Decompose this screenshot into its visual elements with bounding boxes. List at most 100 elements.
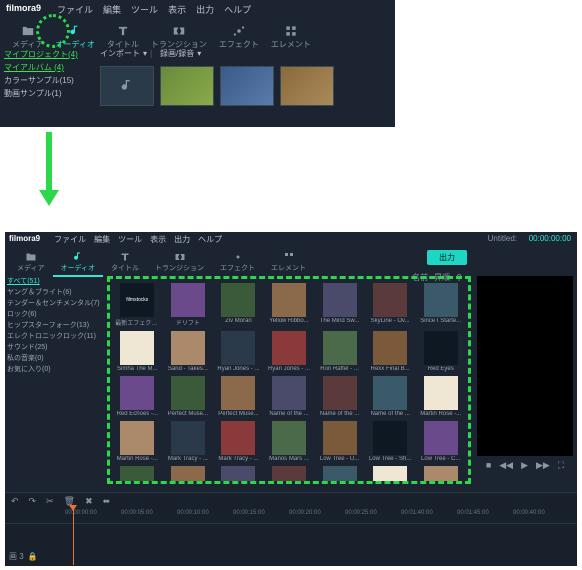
audio-item[interactable]: Red Echoes -... [114,376,161,417]
category-item[interactable]: ヒップスターフォーク(13) [7,320,103,331]
audio-item[interactable]: Living Pulse ... [215,466,262,484]
menu-edit[interactable]: 編集 [94,234,110,245]
import-dropdown[interactable]: インポート [100,48,147,59]
playhead[interactable] [73,509,74,565]
ruler-tick: 00:01:45:00 [457,510,489,516]
category-item[interactable]: 私の音楽(0) [7,353,103,364]
audio-item[interactable]: Ziv Moran [215,283,262,327]
play-button[interactable]: ▶ [521,460,528,471]
audio-item[interactable]: Low Tree - C... [417,421,464,462]
tab-audio[interactable]: オーディオ [53,249,104,277]
audio-item[interactable]: Martin Rose -... [417,376,464,417]
audio-item[interactable]: Low Tree - U... [316,421,363,462]
category-item[interactable]: ロック(6) [7,309,103,320]
audio-item[interactable]: Ron Raffel - ... [316,331,363,372]
album-art [221,283,255,317]
audio-item[interactable]: Yellow Ribbo... [266,283,313,327]
menu-tools[interactable]: ツール [118,234,142,245]
audio-item[interactable]: filmstocks最新エフェクトはこ [114,283,161,327]
audio-item[interactable]: Name of the ... [367,376,414,417]
tab-title[interactable]: タイトル [103,249,147,277]
side-item-myproject[interactable]: マイプロジェクト(4) [4,48,88,61]
album-art [424,466,458,484]
thumb-image-1[interactable] [160,66,214,106]
menu-file[interactable]: ファイル [57,3,93,16]
tab-media[interactable]: メディア [9,249,53,277]
side-item-video[interactable]: 動画サンプル(1) [4,87,88,100]
audio-grid: filmstocks最新エフェクトはこドリフトZiv MoranYellow R… [114,283,464,484]
record-dropdown[interactable]: 録画/録音 [160,48,201,59]
tab-effect[interactable]: エフェクト [213,21,265,53]
audio-item[interactable]: Lord Taylor -... [114,466,161,484]
audio-item[interactable]: Living Pulse ... [165,466,212,484]
audio-item[interactable]: Little Maps - ... [417,466,464,484]
audio-item[interactable]: Simha The M... [114,331,161,372]
audio-item-label: Name of the ... [370,411,409,417]
audio-item[interactable]: Low Tree - Sh... [367,421,414,462]
menu-help[interactable]: ヘルプ [224,3,251,16]
audio-item[interactable]: Red Eyes [417,331,464,372]
audio-item[interactable]: ドリフト [165,283,212,327]
thumb-image-2[interactable] [220,66,274,106]
category-item[interactable]: サウンド(25) [7,342,103,353]
audio-item[interactable]: Living Pulse ... [266,466,313,484]
thumb-audio[interactable] [100,66,154,106]
audio-item[interactable]: Manos Mars ... [266,421,313,462]
menu-output[interactable]: 出力 [196,3,214,16]
menu-output[interactable]: 出力 [174,234,190,245]
audio-item[interactable]: Mark Tracy - ... [165,421,212,462]
category-item[interactable]: お気に入り(0) [7,364,103,375]
audio-item[interactable]: SkyLine - Ov... [367,283,414,327]
album-art [171,376,205,410]
timeline-ruler[interactable]: 00:00:00:0000:00:05:0000:00:10:0000:00:1… [5,510,577,524]
step-fwd-button[interactable]: ▶▶ [536,460,550,471]
audio-item[interactable]: Perfect Muse... [165,376,212,417]
menu-tools[interactable]: ツール [131,3,158,16]
category-item[interactable]: テンダー＆センチメンタル(7) [7,298,103,309]
category-item[interactable]: エレクトロニックロック(11) [7,331,103,342]
menu-view[interactable]: 表示 [150,234,166,245]
audio-item[interactable]: Ryan Jones - ... [266,331,313,372]
redo-button[interactable]: ↷ [29,496,37,507]
audio-item[interactable]: Ryan Jones - ... [215,331,262,372]
audio-item[interactable]: Little Maps - ... [316,466,363,484]
audio-item[interactable]: Perfect Muse... [215,376,262,417]
album-art [221,376,255,410]
audio-item[interactable]: Sand - Takes... [165,331,212,372]
tab-effect[interactable]: エフェクト [212,249,263,277]
audio-item[interactable]: Mark Tracy - ... [215,421,262,462]
album-art [221,466,255,484]
menu-help[interactable]: ヘルプ [198,234,222,245]
tab-element[interactable]: エレメント [263,249,314,277]
callout-arrow [42,132,56,207]
audio-item[interactable]: Rexx Final B... [367,331,414,372]
undo-button[interactable]: ↶ [11,496,19,507]
audio-item[interactable]: Little Maps - ... [367,466,414,484]
audio-item[interactable]: The Mind Sw... [316,283,363,327]
audio-item[interactable]: Name of the ... [316,376,363,417]
fullscreen-button[interactable]: ⛶ [558,460,564,471]
tab-transition[interactable]: トランジション [147,249,212,277]
side-item-myalbum[interactable]: マイアルバム (4) [4,61,88,74]
lock-icon[interactable]: 🔒 [28,552,38,561]
audio-item-label: Low Tree - U... [320,456,359,462]
menu-file[interactable]: ファイル [54,234,86,245]
tab-element[interactable]: エレメント [265,21,317,53]
export-button[interactable]: 出力 [427,250,467,265]
menu-view[interactable]: 表示 [168,3,186,16]
category-all[interactable]: すべて(51) [7,276,103,287]
cut-button[interactable]: ✂ [46,496,54,507]
fit-button[interactable]: ⬌ [103,496,111,507]
audio-item[interactable]: Name of the ... [266,376,313,417]
side-item-color[interactable]: カラーサンプル(15) [4,74,88,87]
step-back-button[interactable]: ◀◀ [499,460,513,471]
album-art [323,466,357,484]
audio-item[interactable]: Martin Rose -... [114,421,161,462]
category-item[interactable]: ヤング＆ブライト(6) [7,287,103,298]
stop-button[interactable]: ■ [486,460,491,471]
album-art [323,331,357,365]
menu-edit[interactable]: 編集 [103,3,121,16]
close-button[interactable]: ✖ [85,496,93,507]
thumb-image-3[interactable] [280,66,334,106]
audio-item[interactable]: Since I Starte... [417,283,464,327]
